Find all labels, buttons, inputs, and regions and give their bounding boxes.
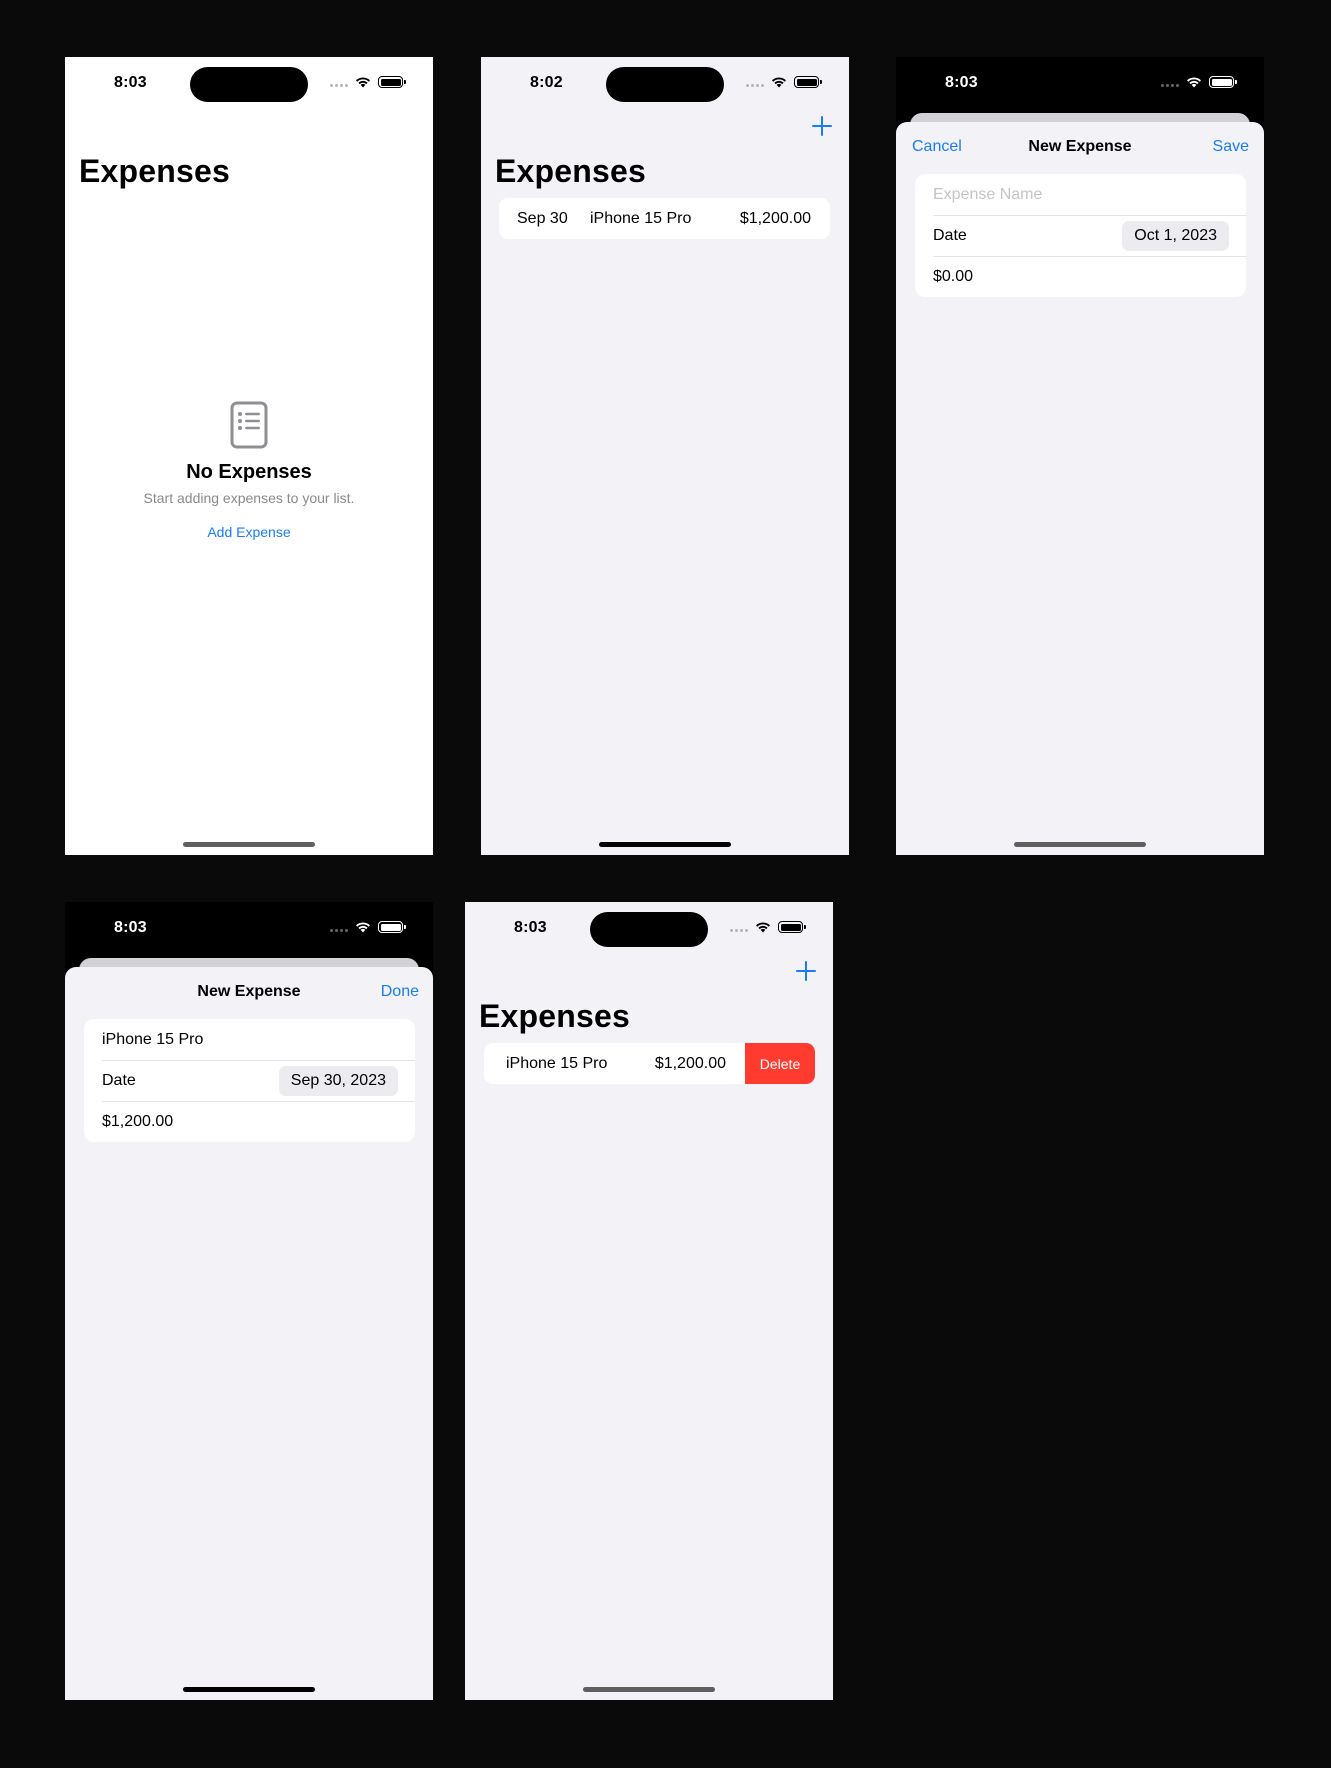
date-picker[interactable]: Oct 1, 2023 [1122, 220, 1229, 251]
expense-name: iPhone 15 Pro [590, 209, 692, 227]
home-indicator [183, 842, 315, 847]
dynamic-island [190, 67, 308, 102]
amount-field[interactable]: $0.00 [915, 256, 1246, 297]
done-button[interactable]: Done [381, 983, 419, 1001]
expense-name-placeholder: Expense Name [933, 185, 1043, 203]
status-icons [330, 76, 406, 88]
home-indicator [1014, 842, 1146, 847]
status-icons [330, 921, 406, 933]
screen-filled-expense-sheet: 8:03 New Expense Done iPhone 15 Pro Date… [65, 902, 433, 1700]
battery-icon [794, 76, 822, 88]
status-time: 8:03 [114, 919, 147, 936]
cancel-button[interactable]: Cancel [912, 138, 962, 156]
home-indicator [183, 1687, 315, 1692]
expense-amount: $1,200.00 [739, 209, 811, 227]
wifi-icon [356, 77, 370, 88]
expense-date: Sep 30 [517, 209, 568, 227]
screen-expense-list: 8:02 Expenses Sep 30 iPhone 15 Pro $1,20… [481, 57, 849, 855]
amount-value: $1,200.00 [102, 1112, 174, 1130]
sheet-title: New Expense [197, 983, 301, 1000]
sheet-nav-bar: New Expense Done [65, 983, 433, 1007]
screen-new-expense-sheet: 8:03 New Expense Cancel Save Expense Nam… [896, 57, 1264, 855]
add-expense-plus-icon[interactable] [795, 960, 817, 982]
status-time: 8:03 [945, 74, 978, 91]
delete-button[interactable]: Delete [745, 1043, 815, 1084]
battery-icon [778, 921, 806, 933]
page-title: Expenses [495, 153, 647, 189]
battery-icon [378, 76, 406, 88]
dynamic-island [590, 912, 708, 947]
expense-name-field[interactable]: iPhone 15 Pro [84, 1019, 415, 1060]
date-row: Date Sep 30, 2023 [84, 1060, 415, 1101]
save-button[interactable]: Save [1213, 138, 1249, 156]
add-expense-button[interactable]: Add Expense [207, 524, 290, 540]
cellular-signal-icon [330, 76, 348, 88]
empty-state: No Expenses Start adding expenses to you… [65, 401, 433, 542]
list-document-icon [230, 401, 268, 449]
sheet-nav-bar: New Expense Cancel Save [896, 138, 1264, 162]
status-icons [1161, 76, 1237, 88]
expense-name-value: iPhone 15 Pro [102, 1030, 204, 1048]
home-indicator [599, 842, 731, 847]
empty-state-title: No Expenses [186, 461, 312, 483]
cellular-signal-icon [1161, 76, 1179, 88]
date-label: Date [933, 226, 967, 244]
expense-row[interactable]: Sep 30 iPhone 15 Pro $1,200.00 [499, 198, 830, 239]
amount-field[interactable]: $1,200.00 [84, 1101, 415, 1142]
wifi-icon [356, 922, 370, 933]
wifi-icon [772, 77, 786, 88]
status-time: 8:03 [514, 919, 547, 936]
wifi-icon [756, 922, 770, 933]
edit-expense-sheet: New Expense Done iPhone 15 Pro Date Sep … [65, 967, 433, 1700]
expense-name: iPhone 15 Pro [506, 1054, 608, 1072]
date-picker[interactable]: Sep 30, 2023 [278, 1065, 398, 1096]
add-expense-plus-icon[interactable] [811, 115, 833, 137]
battery-icon [1209, 76, 1237, 88]
expense-form: Expense Name Date Oct 1, 2023 $0.00 [915, 174, 1246, 297]
dynamic-island [606, 67, 724, 102]
cellular-signal-icon [330, 921, 348, 933]
status-icons [746, 76, 822, 88]
screen-empty-state: 8:03 Expenses No Expenses Start adding e… [65, 57, 433, 855]
new-expense-sheet: New Expense Cancel Save Expense Name Dat… [896, 122, 1264, 855]
battery-icon [378, 921, 406, 933]
home-indicator [583, 1687, 715, 1692]
cellular-signal-icon [746, 76, 764, 88]
status-icons [730, 921, 806, 933]
expense-amount: $1,200.00 [654, 1054, 726, 1072]
screen-swipe-delete: 8:03 Expenses iPhone 15 Pro $1,200.00 De… [465, 902, 833, 1700]
expense-row-content[interactable]: iPhone 15 Pro $1,200.00 [484, 1043, 745, 1084]
page-title: Expenses [79, 153, 231, 189]
empty-state-subtitle: Start adding expenses to your list. [143, 490, 355, 506]
wifi-icon [1187, 77, 1201, 88]
expense-row-swiped[interactable]: iPhone 15 Pro $1,200.00 Delete [484, 1043, 815, 1084]
status-time: 8:03 [114, 74, 147, 91]
cellular-signal-icon [730, 921, 748, 933]
page-title: Expenses [479, 998, 631, 1034]
amount-value: $0.00 [933, 267, 974, 285]
status-time: 8:02 [530, 74, 563, 91]
expense-form: iPhone 15 Pro Date Sep 30, 2023 $1,200.0… [84, 1019, 415, 1142]
date-label: Date [102, 1071, 136, 1089]
expense-name-field[interactable]: Expense Name [915, 174, 1246, 215]
date-row: Date Oct 1, 2023 [915, 215, 1246, 256]
